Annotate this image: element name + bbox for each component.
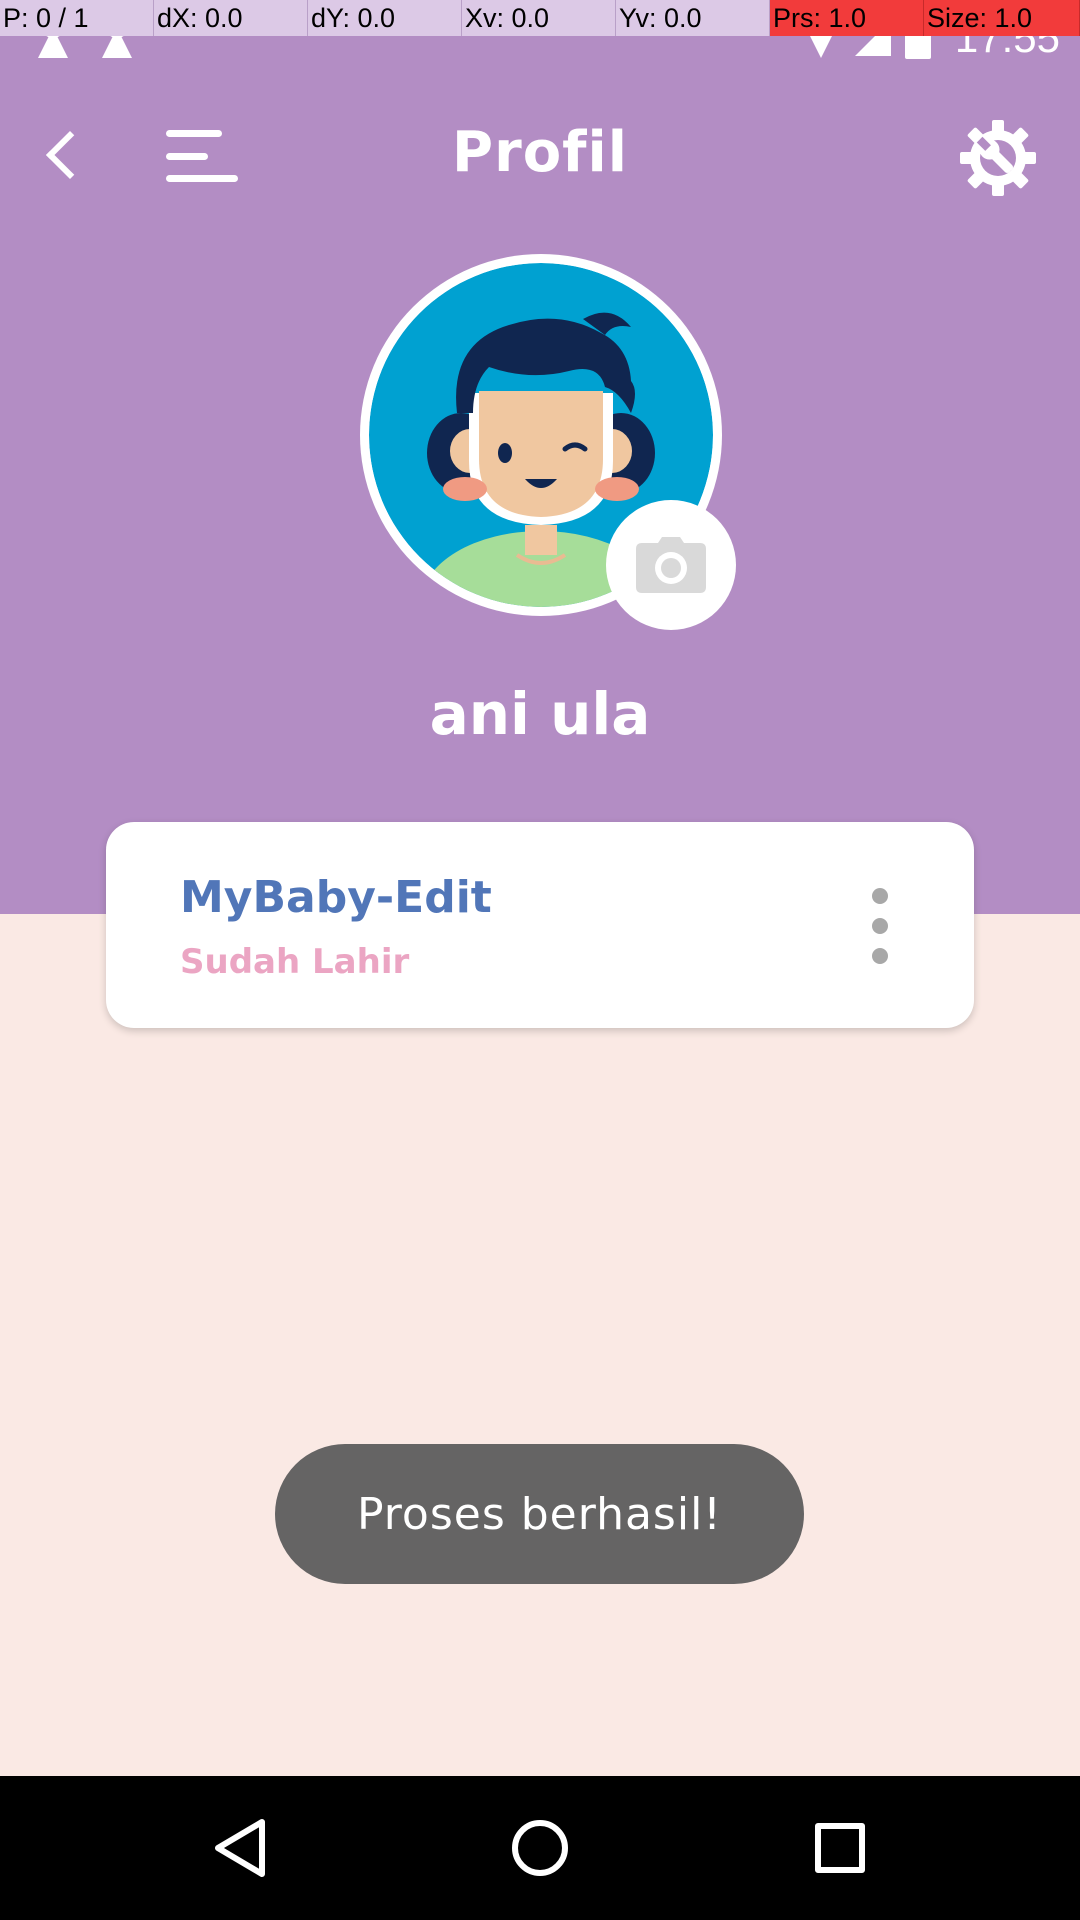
- nav-home-button[interactable]: [468, 1776, 612, 1920]
- velocity-y: Yv: 0.0: [616, 0, 770, 36]
- menu-button[interactable]: [166, 126, 240, 186]
- user-name: ani ula: [429, 680, 651, 748]
- pressure: Prs: 1.0: [770, 0, 924, 36]
- settings-wrench-gear-icon: [960, 120, 1036, 196]
- camera-icon: [636, 537, 706, 593]
- back-button[interactable]: [32, 120, 96, 190]
- baby-card[interactable]: MyBaby-Edit Sudah Lahir: [106, 822, 974, 1028]
- delta-y: dY: 0.0: [308, 0, 462, 36]
- touch-size: Size: 1.0: [924, 0, 1080, 36]
- more-options-button[interactable]: [860, 888, 900, 964]
- velocity-x: Xv: 0.0: [462, 0, 616, 36]
- back-arrow-icon: [45, 130, 95, 180]
- pointer-location-overlay: P: 0 / 1 dX: 0.0 dY: 0.0 Xv: 0.0 Yv: 0.0…: [0, 0, 1080, 36]
- change-photo-button[interactable]: [606, 500, 736, 630]
- hamburger-menu-icon: [166, 130, 222, 137]
- navigation-bar: [0, 1776, 1080, 1920]
- nav-back-button[interactable]: [168, 1776, 312, 1920]
- home-circle-icon: [512, 1820, 568, 1876]
- nav-recents-button[interactable]: [768, 1776, 912, 1920]
- delta-x: dX: 0.0: [154, 0, 308, 36]
- settings-button[interactable]: [958, 118, 1038, 198]
- back-triangle-icon: [215, 1819, 265, 1877]
- baby-name: MyBaby-Edit: [180, 872, 492, 923]
- more-vertical-icon: [872, 888, 888, 904]
- toast-message: Proses berhasil!: [275, 1444, 804, 1584]
- baby-status: Sudah Lahir: [180, 942, 410, 982]
- pointer-count: P: 0 / 1: [0, 0, 154, 36]
- recents-square-icon: [815, 1823, 865, 1873]
